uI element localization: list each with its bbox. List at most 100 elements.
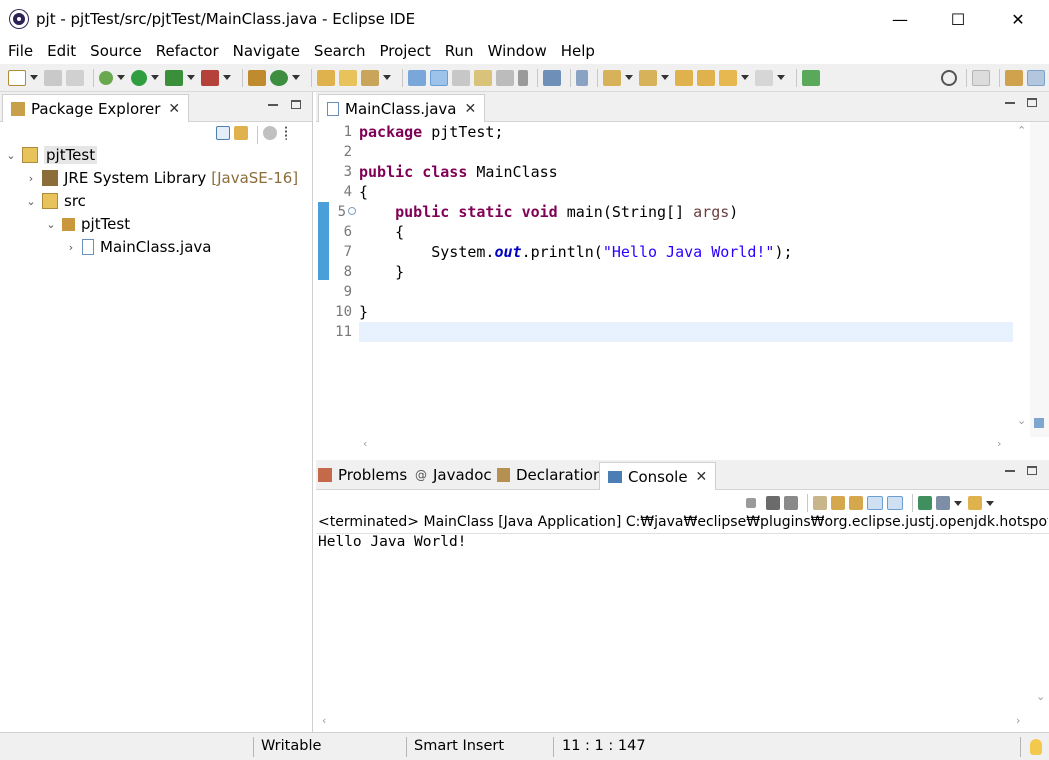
toggle-block-icon[interactable] bbox=[474, 69, 492, 86]
console-vertical-scrollbar[interactable]: ⌄ bbox=[1032, 534, 1049, 714]
tree-item-jre-library[interactable]: › JRE System Library [JavaSE-16] bbox=[26, 167, 298, 189]
close-icon[interactable]: ✕ bbox=[696, 469, 708, 485]
console-output[interactable]: Hello Java World! bbox=[318, 534, 466, 550]
terminate-icon[interactable] bbox=[746, 498, 756, 508]
last-edit-location-icon[interactable] bbox=[675, 69, 693, 86]
remove-all-terminated-icon[interactable] bbox=[784, 496, 798, 510]
debug-icon[interactable] bbox=[99, 70, 113, 85]
scroll-left-icon[interactable]: ‹ bbox=[322, 714, 326, 727]
mark-occurrences-icon[interactable] bbox=[430, 69, 448, 86]
display-console-dropdown-icon[interactable] bbox=[954, 500, 962, 506]
open-console-dropdown-icon[interactable] bbox=[986, 500, 994, 506]
scroll-right-icon[interactable]: › bbox=[997, 437, 1001, 450]
minimize-view-icon[interactable] bbox=[1005, 102, 1015, 104]
tree-item-src[interactable]: ⌄ src bbox=[26, 190, 86, 212]
fold-collapse-icon[interactable] bbox=[348, 207, 356, 215]
menu-refactor[interactable]: Refactor bbox=[156, 42, 219, 60]
previous-annotation-dropdown-icon[interactable] bbox=[661, 75, 669, 80]
maximize-view-icon[interactable] bbox=[291, 100, 301, 109]
menu-source[interactable]: Source bbox=[90, 42, 142, 60]
search-icon[interactable] bbox=[941, 69, 957, 86]
maximize-view-icon[interactable] bbox=[1027, 98, 1037, 107]
new-java-class-icon[interactable] bbox=[270, 69, 288, 86]
open-folder-icon[interactable] bbox=[339, 69, 357, 86]
forward-dropdown-icon[interactable] bbox=[777, 75, 785, 80]
external-tools-dropdown-icon[interactable] bbox=[223, 75, 231, 80]
pin-icon[interactable] bbox=[576, 69, 588, 86]
chevron-right-icon[interactable]: › bbox=[26, 172, 36, 185]
show-on-stdout-icon[interactable] bbox=[867, 496, 883, 510]
maximize-button[interactable]: ☐ bbox=[935, 0, 981, 38]
chevron-right-icon[interactable]: › bbox=[66, 241, 76, 254]
pin-console-icon[interactable] bbox=[918, 496, 932, 510]
coverage-icon[interactable] bbox=[165, 69, 183, 86]
view-menu-icon[interactable] bbox=[285, 126, 291, 140]
code-editor[interactable]: package pjtTest; public class MainClass … bbox=[359, 122, 1013, 437]
maximize-view-icon[interactable] bbox=[1027, 466, 1037, 475]
save-all-icon[interactable] bbox=[66, 69, 84, 86]
tab-console[interactable]: Console ✕ bbox=[599, 462, 717, 490]
new-class-dropdown-icon[interactable] bbox=[292, 75, 300, 80]
external-tools-icon[interactable] bbox=[201, 69, 219, 86]
previous-annotation-icon[interactable] bbox=[639, 69, 657, 86]
open-perspective-icon[interactable] bbox=[972, 69, 990, 86]
quick-diff-icon[interactable] bbox=[1034, 418, 1044, 428]
coverage-dropdown-icon[interactable] bbox=[187, 75, 195, 80]
clear-console-icon[interactable] bbox=[813, 496, 827, 510]
menu-navigate[interactable]: Navigate bbox=[233, 42, 300, 60]
word-wrap-icon[interactable] bbox=[452, 69, 470, 86]
scroll-up-icon[interactable]: ⌃ bbox=[1017, 124, 1026, 137]
search-dropdown-icon[interactable] bbox=[383, 75, 391, 80]
insert-mode-status[interactable]: Smart Insert bbox=[414, 738, 504, 754]
lightbulb-icon[interactable] bbox=[1030, 739, 1042, 755]
close-icon[interactable]: ✕ bbox=[168, 101, 180, 117]
java-ee-perspective-icon[interactable] bbox=[1005, 69, 1023, 86]
close-icon[interactable]: ✕ bbox=[464, 101, 476, 117]
new-dropdown-icon[interactable] bbox=[30, 75, 38, 80]
vertical-scrollbar[interactable]: ⌃ ⌄ bbox=[1013, 122, 1030, 437]
chevron-down-icon[interactable]: ⌄ bbox=[46, 218, 56, 231]
chevron-down-icon[interactable]: ⌄ bbox=[6, 149, 16, 162]
run-dropdown-icon[interactable] bbox=[151, 75, 159, 80]
horizontal-scrollbar[interactable]: ‹ › bbox=[359, 437, 1013, 454]
menu-run[interactable]: Run bbox=[445, 42, 474, 60]
save-icon[interactable] bbox=[44, 69, 62, 86]
console-horizontal-scrollbar[interactable]: ‹ › bbox=[316, 714, 1032, 731]
next-annotation-icon[interactable] bbox=[603, 69, 621, 86]
menu-search[interactable]: Search bbox=[314, 42, 366, 60]
scroll-left-icon[interactable]: ‹ bbox=[363, 437, 367, 450]
debug-dropdown-icon[interactable] bbox=[117, 75, 125, 80]
back-arrow-icon[interactable] bbox=[719, 69, 737, 86]
forward-edit-icon[interactable] bbox=[697, 69, 715, 86]
menu-window[interactable]: Window bbox=[488, 42, 547, 60]
menu-project[interactable]: Project bbox=[379, 42, 430, 60]
forward-arrow-icon[interactable] bbox=[755, 69, 773, 86]
tree-item-file[interactable]: › MainClass.java bbox=[66, 236, 212, 258]
tab-mainclass-java[interactable]: MainClass.java ✕ bbox=[318, 94, 486, 122]
open-console-icon[interactable] bbox=[968, 496, 982, 510]
open-type-icon[interactable] bbox=[317, 69, 335, 86]
new-icon[interactable] bbox=[8, 69, 26, 86]
link-with-editor-icon[interactable] bbox=[234, 126, 248, 140]
minimize-view-icon[interactable] bbox=[1005, 470, 1015, 472]
cursor-position-status[interactable]: 11 : 1 : 147 bbox=[562, 738, 646, 754]
scroll-down-icon[interactable]: ⌄ bbox=[1017, 414, 1026, 427]
menu-help[interactable]: Help bbox=[561, 42, 595, 60]
display-console-icon[interactable] bbox=[936, 496, 950, 510]
word-wrap-icon[interactable] bbox=[849, 496, 863, 510]
close-window-button[interactable]: ✕ bbox=[995, 0, 1041, 38]
show-on-stderr-icon[interactable] bbox=[887, 496, 903, 510]
breadcrumb-icon[interactable] bbox=[496, 69, 514, 86]
presentation-icon[interactable] bbox=[543, 69, 561, 86]
java-perspective-icon[interactable] bbox=[1027, 69, 1045, 86]
scroll-lock-icon[interactable] bbox=[831, 496, 845, 510]
collapse-all-icon[interactable] bbox=[216, 126, 230, 140]
next-annotation-dropdown-icon[interactable] bbox=[625, 75, 633, 80]
tab-javadoc[interactable]: @ Javadoc bbox=[415, 466, 492, 484]
remove-launch-icon[interactable] bbox=[766, 496, 780, 510]
filter-icon[interactable] bbox=[263, 126, 277, 140]
show-whitespace-icon[interactable] bbox=[518, 69, 528, 86]
scroll-down-icon[interactable]: ⌄ bbox=[1036, 690, 1045, 703]
back-dropdown-icon[interactable] bbox=[741, 75, 749, 80]
tree-item-package[interactable]: ⌄ pjtTest bbox=[46, 213, 130, 235]
